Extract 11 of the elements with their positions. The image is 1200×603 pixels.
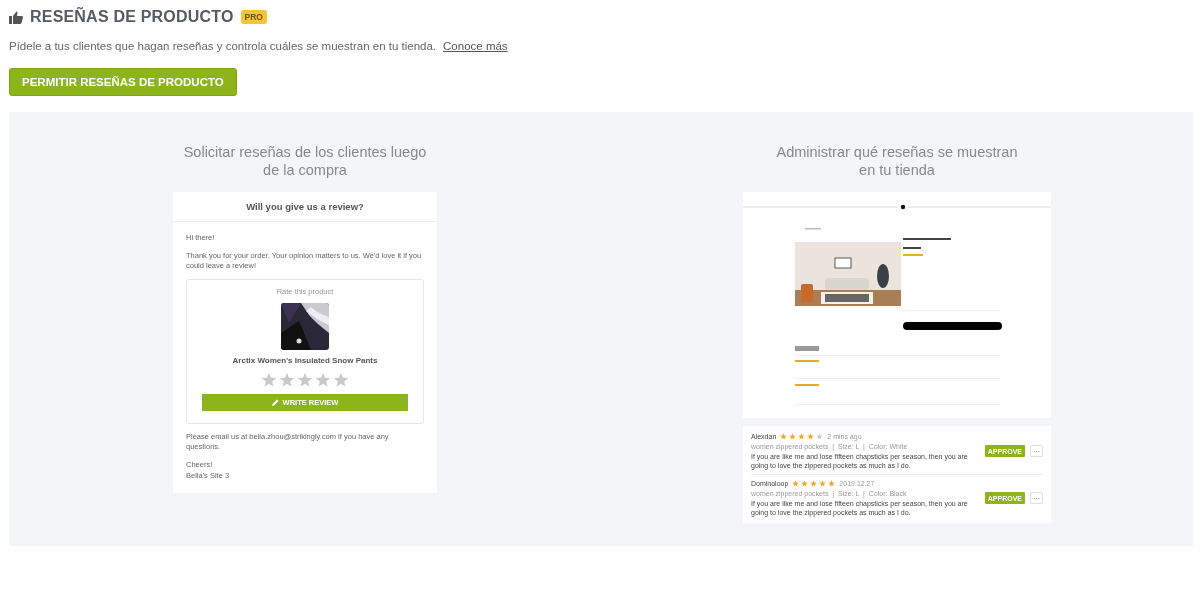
description: Pídele a tus clientes que hagan reseñas y controla cuáles se muestran en tu tienda. — [9, 40, 437, 52]
feature-caption: Solicitar reseñas de los clientes luego de la compra — [182, 143, 428, 179]
feature-caption: Administrar qué reseñas se muestran en tu tienda — [775, 143, 1019, 179]
enable-reviews-button[interactable]: PERMITIR RESEÑAS DE PRODUCTO — [9, 68, 237, 96]
pencil-icon — [271, 399, 279, 406]
email-title: Will you give us a review? — [246, 201, 364, 212]
pro-badge: PRO — [240, 10, 267, 24]
product-name: Arctix Women's Insulated Snow Pants — [232, 356, 378, 366]
section-title: RESEÑAS DE PRODUCTO — [30, 8, 234, 26]
thumbs-up-icon — [9, 10, 23, 24]
learn-more-link[interactable]: Conoce más — [443, 40, 508, 52]
